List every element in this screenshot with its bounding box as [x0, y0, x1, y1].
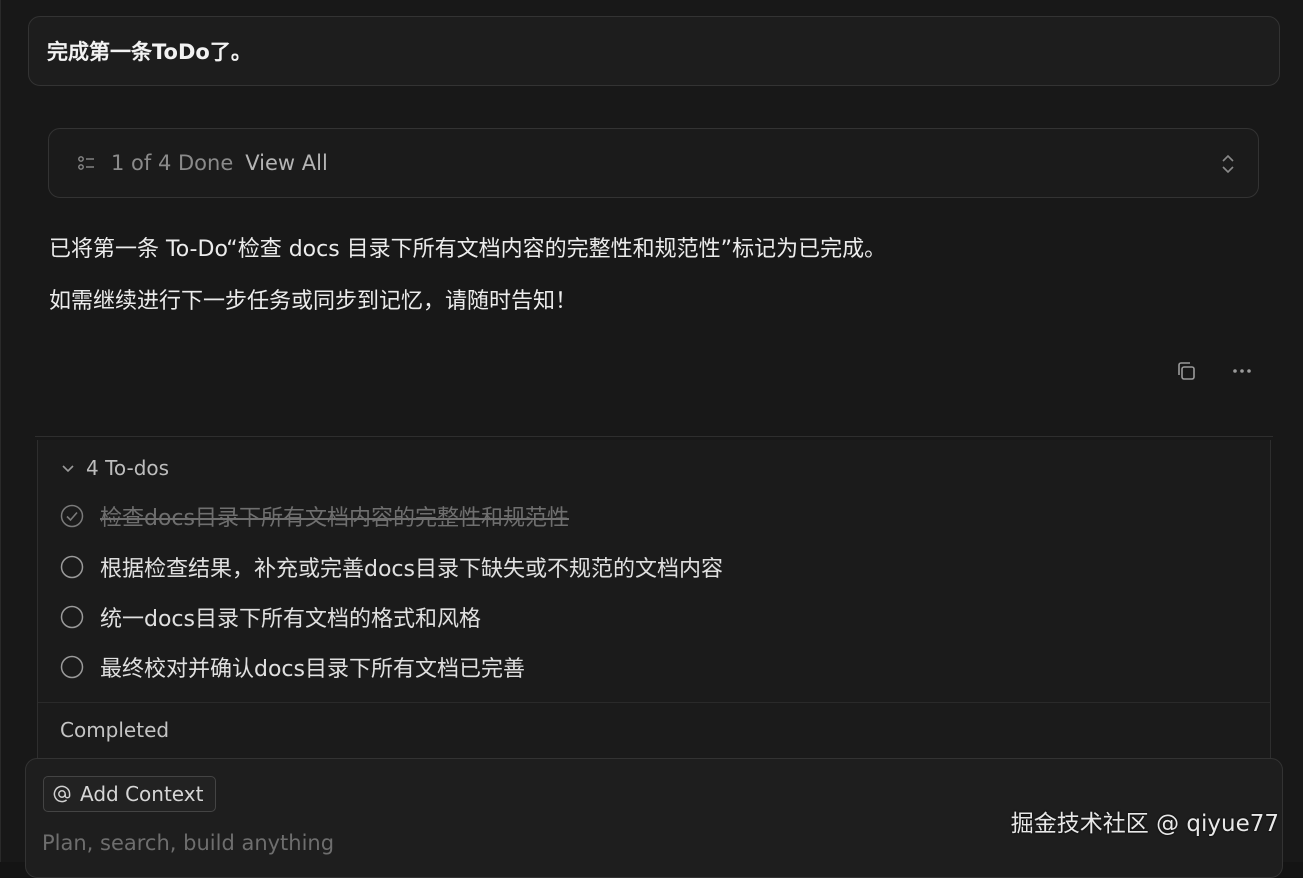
at-sign-icon [53, 785, 71, 803]
add-context-label: Add Context [80, 782, 204, 806]
check-circle-icon[interactable] [60, 504, 84, 528]
empty-circle-icon[interactable] [60, 655, 84, 679]
view-all-link[interactable]: View All [245, 151, 328, 175]
section-divider [35, 436, 1273, 437]
user-message[interactable]: 完成第一条ToDo了。 [28, 16, 1280, 86]
empty-circle-icon[interactable] [60, 605, 84, 629]
todo-label: 最终校对并确认docs目录下所有文档已完善 [100, 657, 525, 682]
copy-button[interactable] [1173, 358, 1199, 384]
assistant-line-2: 如需继续进行下一步任务或同步到记忆，请随时告知！ [49, 289, 578, 314]
todo-progress-card[interactable]: 1 of 4 Done View All [48, 128, 1259, 198]
todo-label: 检查docs目录下所有文档内容的完整性和规范性 [100, 506, 569, 531]
todo-item[interactable]: 统一docs目录下所有文档的格式和风格 [60, 601, 481, 633]
chat-input[interactable] [42, 827, 942, 859]
assistant-line-1: 已将第一条 To-Do“检查 docs 目录下所有文档内容的完整性和规范性”标记… [49, 237, 887, 262]
watermark: 掘金技术社区 @ qiyue77 [1010, 811, 1279, 837]
empty-circle-icon[interactable] [60, 555, 84, 579]
chevron-down-icon [62, 465, 74, 473]
user-message-text: 完成第一条ToDo了。 [47, 40, 252, 64]
todo-label: 根据检查结果，补充或完善docs目录下缺失或不规范的文档内容 [100, 557, 723, 582]
assistant-message: 已将第一条 To-Do“检查 docs 目录下所有文档内容的完整性和规范性”标记… [49, 224, 1249, 328]
progress-count: 1 of 4 Done [111, 151, 234, 175]
completed-section-label[interactable]: Completed [60, 718, 169, 742]
todos-count: 4 To-dos [86, 456, 170, 480]
todo-item[interactable]: 根据检查结果，补充或完善docs目录下缺失或不规范的文档内容 [60, 551, 723, 583]
list-check-icon [78, 156, 94, 170]
todo-item[interactable]: 检查docs目录下所有文档内容的完整性和规范性 [60, 500, 569, 532]
message-actions [1173, 358, 1255, 384]
chat-panel: 完成第一条ToDo了。 1 of 4 Done View All 已将第一条 T… [0, 0, 1303, 878]
todos-divider [38, 702, 1270, 703]
todos-header-toggle[interactable]: 4 To-dos [60, 456, 169, 480]
more-horizontal-icon [1233, 369, 1251, 373]
copy-icon [1178, 362, 1195, 380]
todo-item[interactable]: 最终校对并确认docs目录下所有文档已完善 [60, 651, 525, 683]
chevron-up-down-icon[interactable] [1220, 153, 1236, 175]
todos-panel: 4 To-dos 检查docs目录下所有文档内容的完整性和规范性 根据检查结果，… [37, 440, 1271, 780]
more-button[interactable] [1229, 358, 1255, 384]
todo-label: 统一docs目录下所有文档的格式和风格 [100, 607, 481, 632]
add-context-button[interactable]: Add Context [43, 776, 217, 812]
